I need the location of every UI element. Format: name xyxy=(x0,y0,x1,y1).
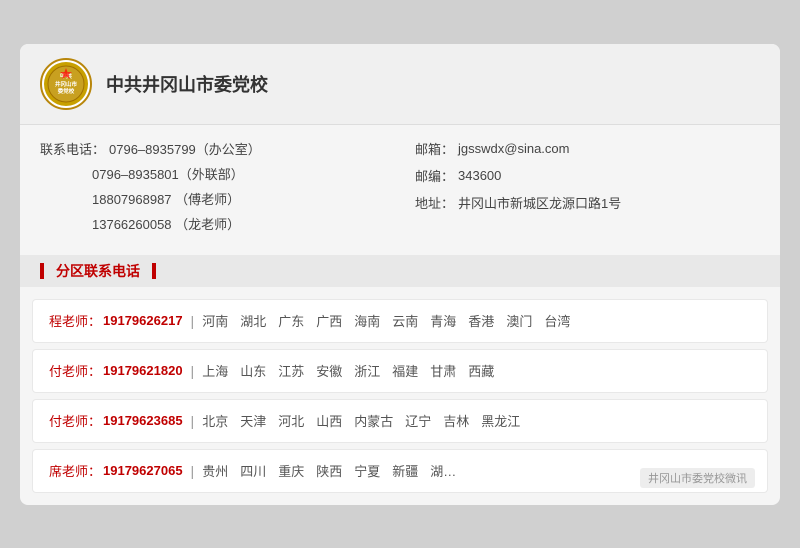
contact-phone-3: 19179627065 xyxy=(103,463,183,478)
postcode-value: 343600 xyxy=(458,168,501,183)
postcode-row: 邮编： 343600 xyxy=(415,166,760,185)
phone-row-1: 联系电话： 0796–8935799（办公室） xyxy=(40,139,385,158)
contact-phone-1: 19179621820 xyxy=(103,363,183,378)
address-label: 地址： xyxy=(415,193,454,212)
contact-name-1: 付老师： xyxy=(49,361,101,380)
contact-rows: 程老师： 19179626217 | 河南 湖北 广东 广西 海南 云南 青海 … xyxy=(20,287,780,505)
phone-value-4: 13766260058 （龙老师） xyxy=(92,214,240,233)
logo-inner: 中共 井冈山市 委党校 xyxy=(44,62,88,106)
org-title: 中共井冈山市委党校 xyxy=(106,71,268,97)
contact-row-2: 付老师： 19179623685 | 北京 天津 河北 山西 内蒙古 辽宁 吉林… xyxy=(32,399,768,443)
logo: 中共 井冈山市 委党校 xyxy=(40,58,92,110)
postcode-label: 邮编： xyxy=(415,166,454,185)
address-row: 地址： 井冈山市新城区龙源口路1号 xyxy=(415,193,760,212)
divider-left xyxy=(40,263,44,279)
header: 中共 井冈山市 委党校 中共井冈山市委党校 xyxy=(20,44,780,125)
phone-value-1: 0796–8935799（办公室） xyxy=(109,139,261,158)
email-label: 邮箱： xyxy=(415,139,454,158)
email-value: jgsswdx@sina.com xyxy=(458,141,569,156)
section-title: 分区联系电话 xyxy=(56,261,140,281)
contact-sep-0: | xyxy=(191,313,195,329)
svg-text:委党校: 委党校 xyxy=(58,87,75,95)
phone-label: 联系电话： xyxy=(40,139,105,158)
contact-regions-2: 北京 天津 河北 山西 内蒙古 辽宁 吉林 黑龙江 xyxy=(202,411,520,430)
contact-sep-3: | xyxy=(191,463,195,479)
contact-name-3: 席老师： xyxy=(49,461,101,480)
contact-sep-1: | xyxy=(191,363,195,379)
contact-phone-0: 19179626217 xyxy=(103,313,183,328)
phone-value-2: 0796–8935801（外联部） xyxy=(92,164,244,183)
main-card: 中共 井冈山市 委党校 中共井冈山市委党校 联系电话： 0796–8935799… xyxy=(20,44,780,505)
section-divider: 分区联系电话 xyxy=(20,255,780,287)
contact-regions-0: 河南 湖北 广东 广西 海南 云南 青海 香港 澳门 台湾 xyxy=(202,311,570,330)
svg-text:井冈山市: 井冈山市 xyxy=(55,80,78,88)
phone-row-3: 18807968987 （傅老师） xyxy=(40,189,385,208)
phone-row-4: 13766260058 （龙老师） xyxy=(40,214,385,233)
contact-name-2: 付老师： xyxy=(49,411,101,430)
phone-value-3: 18807968987 （傅老师） xyxy=(92,189,240,208)
info-left: 联系电话： 0796–8935799（办公室） 0796–8935801（外联部… xyxy=(40,139,385,239)
contact-sep-2: | xyxy=(191,413,195,429)
contact-row-0: 程老师： 19179626217 | 河南 湖北 广东 广西 海南 云南 青海 … xyxy=(32,299,768,343)
contact-regions-1: 上海 山东 江苏 安徽 浙江 福建 甘肃 西藏 xyxy=(202,361,494,380)
contact-phone-2: 19179623685 xyxy=(103,413,183,428)
info-section: 联系电话： 0796–8935799（办公室） 0796–8935801（外联部… xyxy=(20,125,780,255)
phone-row-2: 0796–8935801（外联部） xyxy=(40,164,385,183)
address-value: 井冈山市新城区龙源口路1号 xyxy=(458,193,621,212)
divider-right xyxy=(152,263,156,279)
watermark: 井冈山市委党校微讯 xyxy=(640,468,755,488)
contact-row-3: 席老师： 19179627065 | 贵州 四川 重庆 陕西 宁夏 新疆 湖… … xyxy=(32,449,768,493)
contact-regions-3: 贵州 四川 重庆 陕西 宁夏 新疆 湖… xyxy=(202,461,456,480)
contact-row-1: 付老师： 19179621820 | 上海 山东 江苏 安徽 浙江 福建 甘肃 … xyxy=(32,349,768,393)
info-right: 邮箱： jgsswdx@sina.com 邮编： 343600 地址： 井冈山市… xyxy=(415,139,760,239)
email-row: 邮箱： jgsswdx@sina.com xyxy=(415,139,760,158)
contact-name-0: 程老师： xyxy=(49,311,101,330)
